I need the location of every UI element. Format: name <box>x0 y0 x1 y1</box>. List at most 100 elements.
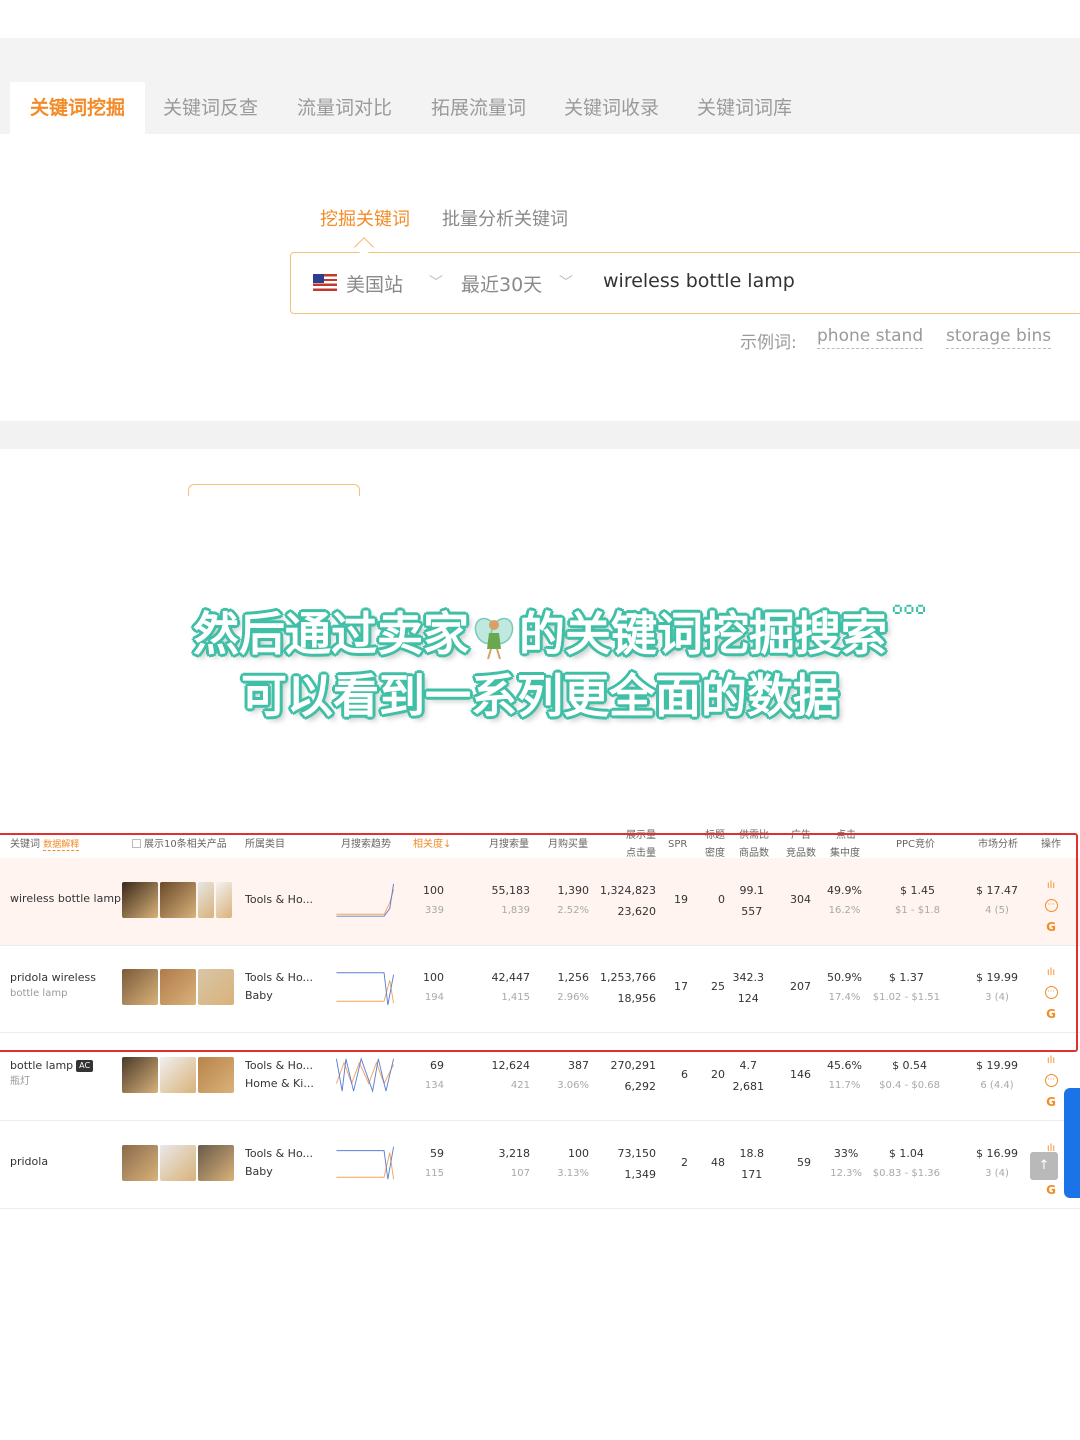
chart-bars-icon[interactable]: ılı <box>1043 1055 1059 1066</box>
click-concentration-cell: 50.9% 17.4% <box>827 971 862 1003</box>
relevance-cell: 59 115 <box>424 1147 444 1179</box>
product-thumbnail[interactable] <box>198 1057 234 1093</box>
product-thumbnail[interactable] <box>160 882 196 918</box>
show-products-checkbox[interactable] <box>132 839 141 848</box>
th-keyword: 关键词 数据解释 <box>10 839 80 851</box>
product-thumbnail[interactable] <box>122 882 158 918</box>
category-primary: Tools & Ho... <box>245 971 313 984</box>
monthly-purchase-cell: 1,256 2.96% <box>557 971 589 1003</box>
data-explain-link[interactable]: 数据解释 <box>43 840 80 851</box>
title-density-cell: 25 <box>711 980 725 993</box>
google-icon[interactable]: G <box>1043 1183 1059 1197</box>
keyword-cell[interactable]: wireless bottle lamp <box>10 891 121 907</box>
ppc-cell: $ 1.45 $1 - $1.8 <box>895 884 940 916</box>
table-row[interactable]: wireless bottle lamp Tools & Ho... 100 339 5… <box>0 858 1080 946</box>
th-ppc[interactable]: PPC竞价 <box>896 837 935 852</box>
th-spr[interactable]: SPR <box>668 837 687 852</box>
th-show-products[interactable]: 展示10条相关产品 <box>132 837 227 852</box>
th-title-density[interactable]: 标题 <box>705 828 725 843</box>
chat-widget[interactable] <box>1064 1088 1080 1198</box>
title-density-cell: 0 <box>718 893 725 906</box>
product-thumbnail[interactable] <box>160 1145 196 1181</box>
product-thumbnail[interactable] <box>198 969 234 1005</box>
product-thumbnail[interactable] <box>198 882 214 918</box>
th-impressions[interactable]: 展示量 <box>626 828 656 843</box>
keyword-text[interactable]: pridola wireless <box>10 971 96 984</box>
keyword-text[interactable]: bottle lamp <box>10 1059 73 1072</box>
product-thumbnail[interactable] <box>122 1057 158 1093</box>
main-tab-bar: 关键词挖掘 关键词反查 流量词对比 拓展流量词 关键词收录 关键词词库 <box>0 38 1080 134</box>
tab-keyword-library[interactable]: 关键词词库 <box>697 82 792 134</box>
example-link[interactable]: storage bins <box>946 326 1052 349</box>
subtab-batch-analysis[interactable]: 批量分析关键词 <box>442 205 568 231</box>
keyword-cell[interactable]: pridola wireless bottle lamp <box>10 970 96 1002</box>
table-row[interactable]: pridola Tools & Ho... Baby 59 115 3,218 107 100… <box>0 1121 1080 1209</box>
th-click[interactable]: 点击 <box>836 828 856 843</box>
table-row[interactable]: pridola wireless bottle lamp Tools & Ho...… <box>0 945 1080 1033</box>
category-secondary: Home & Ki... <box>245 1077 314 1090</box>
category-primary: Tools & Ho... <box>245 1059 313 1072</box>
th-supply-demand[interactable]: 供需比 <box>739 828 769 843</box>
chevron-down-icon[interactable]: ﹀ <box>559 272 573 292</box>
chevron-down-icon[interactable]: ﹀ <box>429 272 443 292</box>
caption-ellipsis: ... <box>892 586 927 619</box>
tab-keyword-index[interactable]: 关键词收录 <box>564 82 659 134</box>
th-ad[interactable]: 广告 <box>791 828 811 843</box>
tab-keyword-mining[interactable]: 关键词挖掘 <box>10 82 146 134</box>
keyword-text[interactable]: wireless bottle lamp <box>10 892 121 905</box>
product-thumbnail[interactable] <box>216 882 232 918</box>
google-icon[interactable]: G <box>1043 1095 1059 1109</box>
search-trend-sparkline[interactable] <box>333 967 397 1007</box>
period-selector[interactable]: 最近30天 <box>461 270 542 297</box>
category-cell: Tools & Ho... Baby <box>245 969 313 1005</box>
product-thumbnail[interactable] <box>160 1057 196 1093</box>
impressions-clicks-cell: 270,291 6,292 <box>610 1059 657 1093</box>
category-cell: Tools & Ho... Baby <box>245 1145 313 1181</box>
keyword-cell[interactable]: bottle lamp AC 瓶灯 <box>10 1058 94 1090</box>
supply-demand-cell: 4.7 2,681 <box>732 1059 765 1093</box>
search-trend-sparkline[interactable] <box>333 880 397 920</box>
click-concentration-cell: 49.9% 16.2% <box>827 884 862 916</box>
th-monthly-purchase[interactable]: 月购买量 <box>548 837 588 852</box>
product-thumbnail[interactable] <box>122 1145 158 1181</box>
result-tab-outline <box>188 484 360 496</box>
search-trend-sparkline[interactable] <box>333 1143 397 1183</box>
google-icon[interactable]: G <box>1043 1007 1059 1021</box>
category-secondary: Baby <box>245 989 273 1002</box>
keyword-text[interactable]: pridola <box>10 1155 48 1168</box>
product-thumbnail[interactable] <box>122 969 158 1005</box>
tab-keyword-reverse[interactable]: 关键词反查 <box>163 82 258 134</box>
search-trend-sparkline[interactable] <box>333 1055 397 1095</box>
more-icon[interactable]: ··· <box>1044 986 1058 999</box>
th-relevance-sort[interactable]: 相关度↓ <box>413 837 451 852</box>
title-density-cell: 48 <box>711 1156 725 1169</box>
monthly-purchase-cell: 387 3.06% <box>557 1059 589 1091</box>
product-thumbnail[interactable] <box>198 1145 234 1181</box>
product-thumbnail[interactable] <box>160 969 196 1005</box>
click-concentration-cell: 33% 12.3% <box>830 1147 862 1179</box>
th-monthly-search[interactable]: 月搜索量 <box>489 837 529 852</box>
section-divider <box>0 421 1080 449</box>
search-input[interactable]: wireless bottle lamp <box>603 270 795 292</box>
back-to-top-button[interactable]: ↑ <box>1030 1152 1058 1180</box>
subtab-mine-keywords[interactable]: 挖掘关键词 <box>320 205 410 231</box>
tab-traffic-compare[interactable]: 流量词对比 <box>297 82 392 134</box>
chart-bars-icon[interactable]: ılı <box>1043 880 1059 891</box>
example-link[interactable]: phone stand <box>817 326 924 349</box>
relevance-cell: 100 339 <box>423 884 444 916</box>
more-icon[interactable]: ··· <box>1044 1074 1058 1087</box>
more-icon[interactable]: ··· <box>1044 899 1058 912</box>
table-row[interactable]: bottle lamp AC 瓶灯 Tools & Ho... Home & Ki...… <box>0 1033 1080 1121</box>
th-market-analysis: 市场分析 <box>978 839 1018 850</box>
ad-competitors-cell: 146 <box>790 1068 811 1081</box>
row-actions: ılı ··· G <box>1043 880 1059 934</box>
site-selector[interactable]: 美国站 <box>346 270 403 297</box>
tab-expand-traffic[interactable]: 拓展流量词 <box>431 82 526 134</box>
keyword-cell[interactable]: pridola <box>10 1154 48 1170</box>
keyword-search-box[interactable]: 美国站 ﹀ 最近30天 ﹀ wireless bottle lamp <box>290 252 1080 314</box>
google-icon[interactable]: G <box>1043 920 1059 934</box>
us-flag-icon <box>313 274 337 291</box>
title-density-cell: 20 <box>711 1068 725 1081</box>
market-analysis-cell: $ 19.99 3 (4) <box>976 971 1018 1003</box>
chart-bars-icon[interactable]: ılı <box>1043 967 1059 978</box>
